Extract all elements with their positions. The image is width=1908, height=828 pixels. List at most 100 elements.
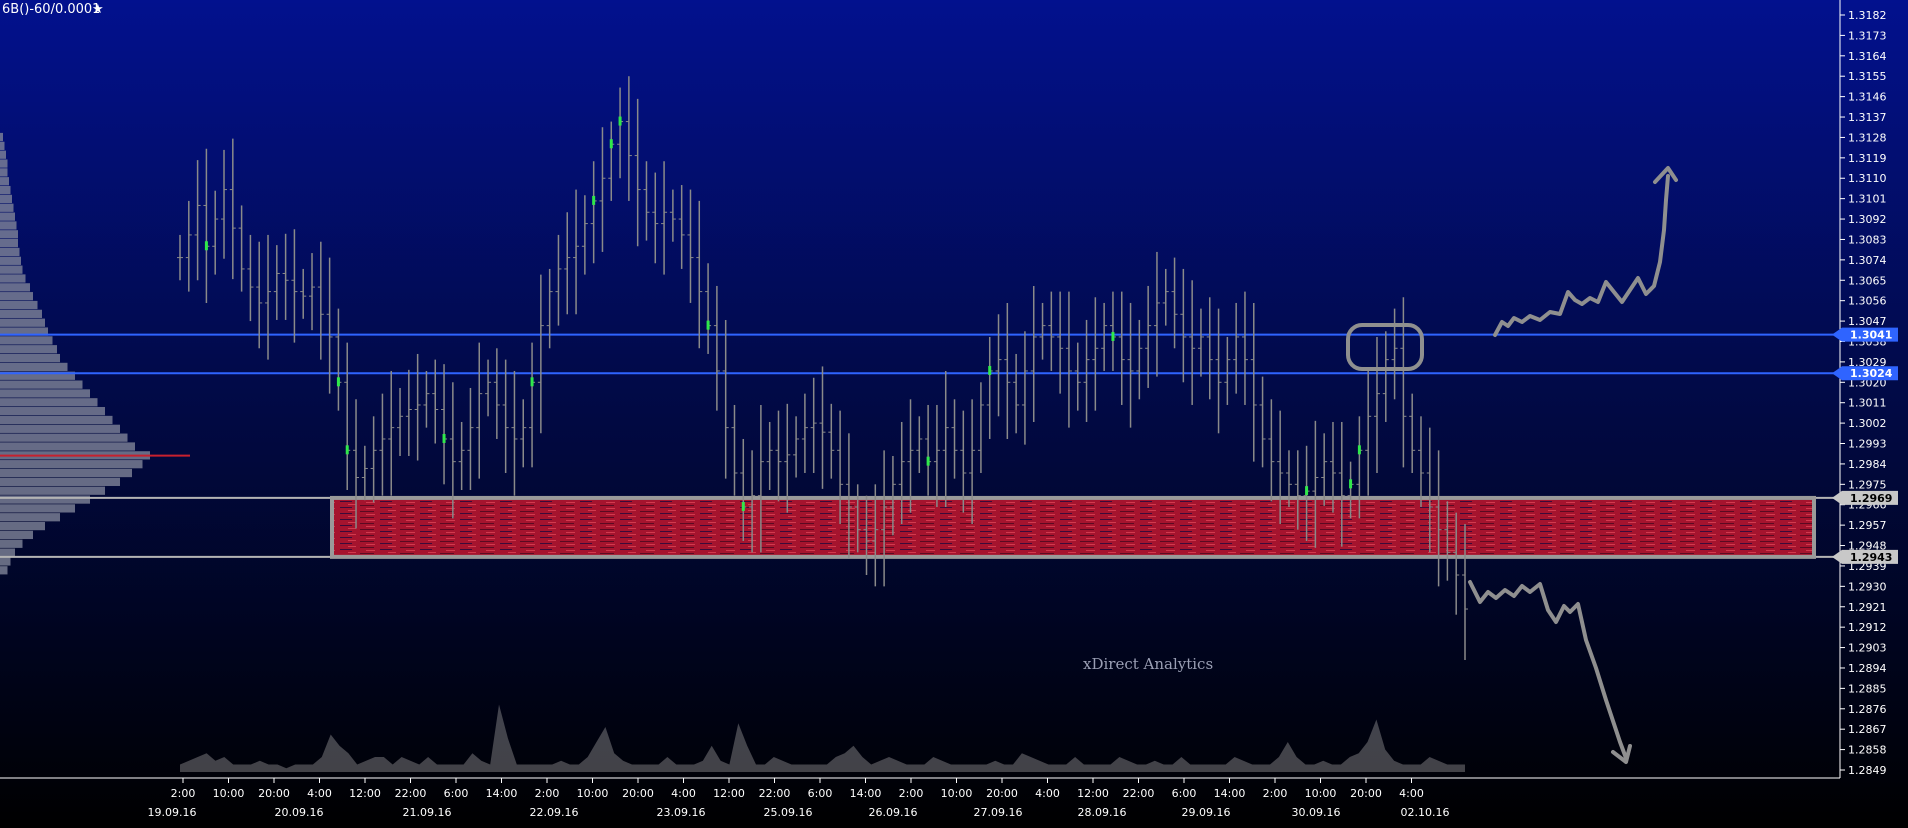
profile-bar — [0, 230, 18, 239]
profile-bar — [0, 468, 132, 478]
time-tick-label: 20:00 — [1350, 787, 1382, 800]
profile-bar — [0, 221, 17, 230]
profile-bar — [0, 239, 18, 248]
profile-bar — [0, 274, 26, 283]
price-tick-label: 1.2957 — [1848, 519, 1887, 532]
watermark: xDirect Analytics — [1083, 655, 1213, 673]
profile-bar — [0, 477, 120, 486]
time-tick-label: 20:00 — [986, 787, 1018, 800]
profile-bar — [0, 495, 90, 504]
price-tick-label: 1.3164 — [1848, 50, 1887, 63]
time-tick-label: 14:00 — [486, 787, 518, 800]
time-tick-label: 20:00 — [622, 787, 654, 800]
profile-bar — [0, 256, 21, 265]
profile-bar — [0, 557, 11, 566]
profile-bar — [0, 336, 53, 345]
profile-bar — [0, 460, 143, 469]
profile-bar — [0, 539, 23, 548]
price-tick-label: 1.3011 — [1848, 397, 1887, 410]
price-tick-label: 1.3173 — [1848, 29, 1887, 42]
profile-bar — [0, 486, 105, 495]
price-tick-label: 1.2993 — [1848, 438, 1887, 451]
volume-spike-marker — [345, 445, 349, 455]
volume-spike-marker — [926, 456, 930, 466]
date-label: 22.09.16 — [530, 806, 579, 819]
profile-bar — [0, 362, 68, 372]
profile-bar — [0, 132, 3, 142]
profile-bar — [0, 283, 30, 292]
profile-bar — [0, 513, 60, 522]
price-tick-label: 1.2984 — [1848, 458, 1887, 471]
price-tick-label: 1.3047 — [1848, 315, 1887, 328]
volume-spike-marker — [592, 195, 596, 205]
time-tick-label: 22:00 — [1123, 787, 1155, 800]
profile-bar — [0, 318, 45, 327]
chart-root: 1.3182 1.3173 1.3164 1.3155 1.3146 1.3137 1.31… — [0, 0, 1908, 828]
time-tick-label: 2:00 — [535, 787, 560, 800]
price-chart[interactable]: 1.3182 1.3173 1.3164 1.3155 1.3146 1.3137 1.31… — [0, 0, 1908, 828]
price-tick-label: 1.3137 — [1848, 111, 1887, 124]
date-label: 28.09.16 — [1078, 806, 1127, 819]
profile-bar — [0, 194, 12, 204]
time-tick-label: 10:00 — [1305, 787, 1337, 800]
profile-bar — [0, 247, 20, 257]
time-tick-label: 4:00 — [671, 787, 696, 800]
time-tick-label: 14:00 — [1214, 787, 1246, 800]
volume-spike-marker — [618, 116, 622, 126]
price-tick-label: 1.2849 — [1848, 764, 1887, 777]
price-tick-label: 1.2894 — [1848, 662, 1887, 675]
profile-bar — [0, 185, 11, 195]
profile-bar — [0, 203, 14, 212]
date-label: 21.09.16 — [403, 806, 452, 819]
profile-bar — [0, 398, 98, 407]
price-tick-label: 1.3155 — [1848, 70, 1887, 83]
volume-spike-marker — [1349, 479, 1353, 489]
time-tick-label: 2:00 — [1263, 787, 1288, 800]
price-tick-label: 1.3092 — [1848, 213, 1887, 226]
profile-bar — [0, 168, 8, 177]
date-label: 25.09.16 — [764, 806, 813, 819]
time-tick-label: 14:00 — [850, 787, 882, 800]
volume-spike-marker — [609, 139, 613, 149]
time-tick-label: 6:00 — [444, 787, 469, 800]
profile-bar — [0, 521, 45, 531]
price-tick-label: 1.3074 — [1848, 254, 1887, 267]
star-icon[interactable]: ★ — [92, 2, 104, 17]
profile-bar — [0, 442, 135, 451]
price-tick-label: 1.3002 — [1848, 417, 1887, 430]
time-tick-label: 22:00 — [395, 787, 427, 800]
time-tick-label: 12:00 — [1077, 787, 1109, 800]
volume-spike-marker — [1305, 486, 1309, 496]
volume-spike-marker — [204, 241, 208, 251]
profile-bar — [0, 150, 6, 159]
time-tick-label: 4:00 — [307, 787, 332, 800]
profile-bar — [0, 212, 15, 221]
date-label: 30.09.16 — [1292, 806, 1341, 819]
profile-bar — [0, 300, 38, 310]
date-label: 26.09.16 — [869, 806, 918, 819]
zone-box[interactable] — [330, 495, 1816, 559]
price-tick-label: 1.2885 — [1848, 682, 1887, 695]
profile-bar — [0, 415, 113, 425]
time-tick-label: 2:00 — [899, 787, 924, 800]
profile-bar — [0, 292, 33, 301]
profile-bar — [0, 407, 105, 416]
profile-bar — [0, 353, 60, 363]
date-label: 19.09.16 — [148, 806, 197, 819]
price-tick-label: 1.3146 — [1848, 91, 1887, 104]
time-tick-label: 6:00 — [808, 787, 833, 800]
volume-spike-marker — [988, 365, 992, 375]
profile-bar — [0, 433, 128, 442]
price-tick-label: 1.2903 — [1848, 642, 1887, 655]
symbol-label: 6B()-60/0.0001 — [2, 2, 100, 17]
time-tick-label: 12:00 — [713, 787, 745, 800]
date-label: 27.09.16 — [974, 806, 1023, 819]
price-tick-label: 1.3182 — [1848, 9, 1887, 22]
chart-title[interactable]: 6B()-60/0.0001 ★ — [2, 2, 104, 17]
price-tick-label: 1.3110 — [1848, 172, 1887, 185]
time-tick-label: 20:00 — [258, 787, 290, 800]
date-label: 02.10.16 — [1401, 806, 1450, 819]
price-tick-label: 1.2930 — [1848, 580, 1887, 593]
time-tick-label: 12:00 — [349, 787, 381, 800]
profile-bar — [0, 309, 42, 318]
